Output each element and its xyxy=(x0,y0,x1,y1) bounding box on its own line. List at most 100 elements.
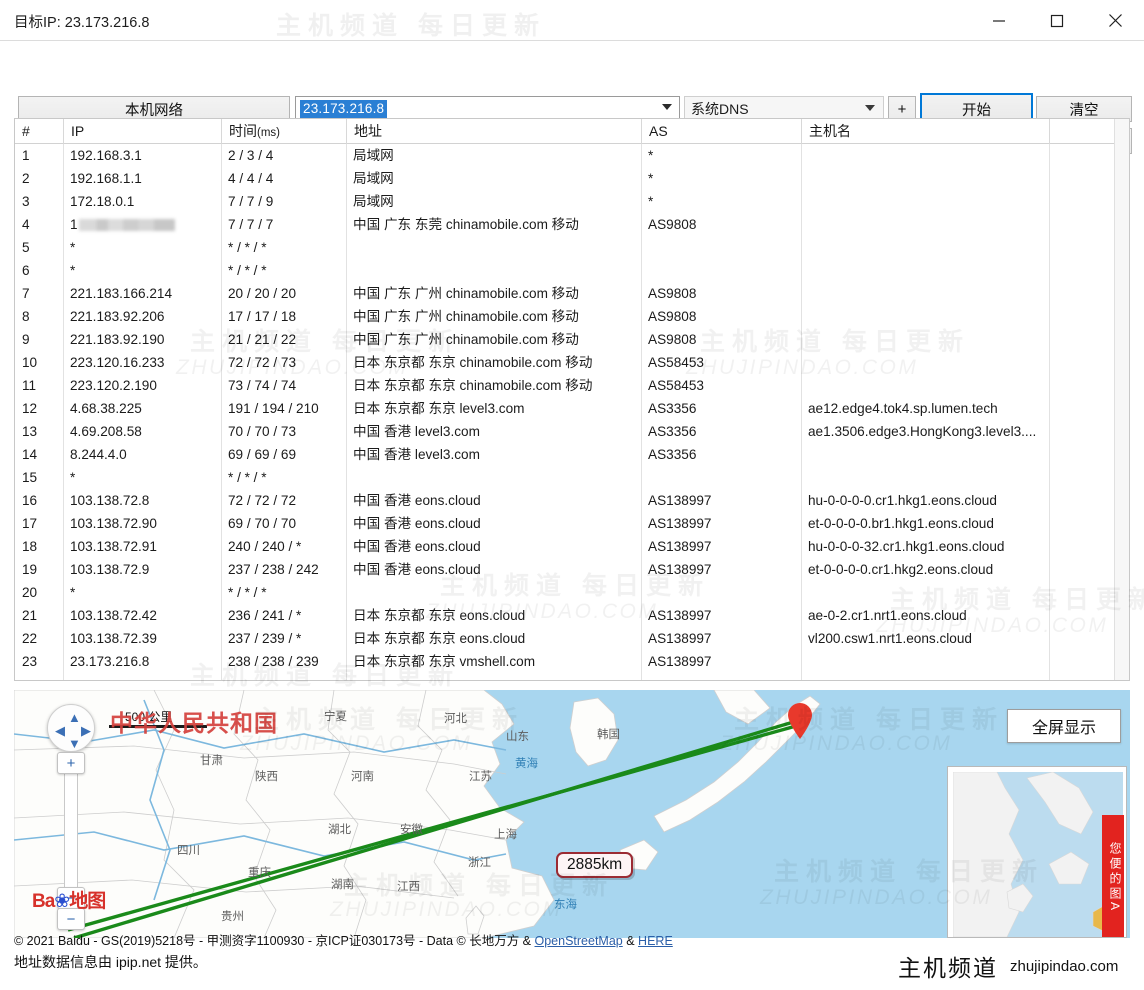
table-row[interactable]: 7221.183.166.21420 / 20 / 20中国 广东 广州 chi… xyxy=(15,282,1129,305)
map-overview-panel[interactable]: 您便的图A xyxy=(947,766,1127,938)
dns-select-value: 系统DNS xyxy=(691,99,749,119)
cell-hostname: et-0-0-0-0.cr1.hkg2.eons.cloud xyxy=(801,558,1049,581)
cell-hostname xyxy=(801,236,1049,259)
cell-ip: 223.120.16.233 xyxy=(63,351,221,374)
fullscreen-button[interactable]: 全屏显示 xyxy=(1007,709,1121,743)
cell-as: AS9808 xyxy=(641,213,801,236)
cell-time: 237 / 238 / 242 xyxy=(221,558,346,581)
table-row[interactable]: 22103.138.72.39237 / 239 / *日本 东京都 东京 eo… xyxy=(15,627,1129,650)
column-header-ip[interactable]: IP xyxy=(63,119,221,144)
map-label-13: 江西 xyxy=(397,878,420,894)
cell-ip: 103.138.72.8 xyxy=(63,489,221,512)
table-scrollbar[interactable] xyxy=(1114,119,1129,680)
map-label-16: 韩国 xyxy=(597,726,620,742)
cell-index: 11 xyxy=(15,374,63,397)
table-row[interactable]: 3172.18.0.17 / 7 / 9局域网* xyxy=(15,190,1129,213)
cell-time: * / * / * xyxy=(221,236,346,259)
cell-ip-redacted: 1 xyxy=(63,213,221,236)
minimize-button[interactable] xyxy=(970,0,1028,41)
table-row[interactable]: 1192.168.3.12 / 3 / 4局域网* xyxy=(15,144,1129,167)
here-link[interactable]: HERE xyxy=(638,934,673,948)
table-row[interactable]: 18103.138.72.91240 / 240 / *中国 香港 eons.c… xyxy=(15,535,1129,558)
toolbar: 本机网络 23.173.216.8 系统DNS + 开始 清空 目标IP: 23… xyxy=(0,41,1144,118)
map-overview-svg xyxy=(953,772,1123,937)
cell-hostname: ae12.edge4.tok4.sp.lumen.tech xyxy=(801,397,1049,420)
cell-as: AS3356 xyxy=(641,443,801,466)
pan-right-icon[interactable]: ▶ xyxy=(81,724,91,737)
openstreetmap-link[interactable]: OpenStreetMap xyxy=(535,934,623,948)
maximize-button[interactable] xyxy=(1028,0,1086,41)
cell-as: AS138997 xyxy=(641,512,801,535)
cell-address: 中国 广东 广州 chinamobile.com 移动 xyxy=(346,305,641,328)
cell-as: AS138997 xyxy=(641,650,801,673)
cell-address: 中国 香港 eons.cloud xyxy=(346,535,641,558)
table-row[interactable]: 417 / 7 / 7中国 广东 东莞 chinamobile.com 移动AS… xyxy=(15,213,1129,236)
cell-address: 日本 东京都 东京 chinamobile.com 移动 xyxy=(346,351,641,374)
column-header-hostname[interactable]: 主机名 xyxy=(801,119,1049,144)
cell-time: 17 / 17 / 18 xyxy=(221,305,346,328)
column-header-extra[interactable] xyxy=(1049,119,1115,144)
cell-address: 局域网 xyxy=(346,167,641,190)
cell-index: 6 xyxy=(15,259,63,282)
table-row[interactable]: 134.69.208.5870 / 70 / 73中国 香港 level3.co… xyxy=(15,420,1129,443)
cell-time: 69 / 70 / 70 xyxy=(221,512,346,535)
cell-as: AS58453 xyxy=(641,351,801,374)
table-row[interactable]: 17103.138.72.9069 / 70 / 70中国 香港 eons.cl… xyxy=(15,512,1129,535)
watermark-badge-en: zhujipindao.com xyxy=(1010,958,1118,975)
table-row[interactable]: 11223.120.2.19073 / 74 / 74日本 东京都 东京 chi… xyxy=(15,374,1129,397)
cell-index: 10 xyxy=(15,351,63,374)
cell-hostname xyxy=(801,305,1049,328)
table-row[interactable]: 2192.168.1.14 / 4 / 4局域网* xyxy=(15,167,1129,190)
table-row[interactable]: 8221.183.92.20617 / 17 / 18中国 广东 广州 chin… xyxy=(15,305,1129,328)
map-marker-icon[interactable] xyxy=(786,702,814,740)
status-text: 地址数据信息由 ipip.net 提供。 xyxy=(14,954,207,970)
table-row[interactable]: 9221.183.92.19021 / 21 / 22中国 广东 广州 chin… xyxy=(15,328,1129,351)
cell-ip: 103.138.72.39 xyxy=(63,627,221,650)
table-row[interactable]: 16103.138.72.872 / 72 / 72中国 香港 eons.clo… xyxy=(15,489,1129,512)
cell-as: * xyxy=(641,190,801,213)
cell-ip: 103.138.72.42 xyxy=(63,604,221,627)
cell-as: AS138997 xyxy=(641,535,801,558)
column-header-address[interactable]: 地址 xyxy=(346,119,641,144)
cell-time: * / * / * xyxy=(221,259,346,282)
distance-label: 2885km xyxy=(556,852,633,878)
baidu-logo[interactable]: Ba❀地图 xyxy=(32,886,105,913)
cell-hostname: et-0-0-0-0.br1.hkg1.eons.cloud xyxy=(801,512,1049,535)
cell-time: 21 / 21 / 22 xyxy=(221,328,346,351)
table-row[interactable]: 21103.138.72.42236 / 241 / *日本 东京都 东京 eo… xyxy=(15,604,1129,627)
cell-address: 中国 广东 广州 chinamobile.com 移动 xyxy=(346,328,641,351)
map-zoom-slider[interactable] xyxy=(64,758,78,890)
close-button[interactable] xyxy=(1086,0,1144,41)
map-label-0: 宁夏 xyxy=(324,708,347,724)
map-label-14: 浙江 xyxy=(468,854,491,870)
table-row[interactable]: 10223.120.16.23372 / 72 / 73日本 东京都 东京 ch… xyxy=(15,351,1129,374)
cell-as xyxy=(641,259,801,282)
column-header-time[interactable]: 时间(ms) xyxy=(221,119,346,144)
table-row[interactable]: 19103.138.72.9237 / 238 / 242中国 香港 eons.… xyxy=(15,558,1129,581)
cell-time: 7 / 7 / 7 xyxy=(221,213,346,236)
table-row[interactable]: 20** / * / * xyxy=(15,581,1129,604)
pan-down-icon[interactable]: ▼ xyxy=(68,737,81,750)
table-row[interactable]: 124.68.38.225191 / 194 / 210日本 东京都 东京 le… xyxy=(15,397,1129,420)
table-row[interactable]: 2323.173.216.8238 / 238 / 239日本 东京都 东京 v… xyxy=(15,650,1129,673)
table-row[interactable]: 5** / * / * xyxy=(15,236,1129,259)
trace-table: # IP 时间(ms) 地址 AS 主机名 1192.168.3.12 / 3 … xyxy=(14,118,1130,681)
column-header-as[interactable]: AS xyxy=(641,119,801,144)
cell-time: 69 / 69 / 69 xyxy=(221,443,346,466)
map-panel[interactable]: 宁夏河北山东甘肃陕西河南江苏湖北安徽上海四川重庆湖南江西浙江贵州韩国黄海东海 ▲… xyxy=(14,690,1130,938)
zoom-in-button[interactable]: + xyxy=(57,752,85,774)
cell-as: * xyxy=(641,167,801,190)
table-row[interactable]: 148.244.4.069 / 69 / 69中国 香港 level3.comA… xyxy=(15,443,1129,466)
map-label-7: 湖北 xyxy=(328,821,351,837)
column-header-index[interactable]: # xyxy=(15,119,63,144)
table-row[interactable]: 15** / * / * xyxy=(15,466,1129,489)
column-header-time-unit: (ms) xyxy=(257,127,280,139)
table-row[interactable]: 6** / * / * xyxy=(15,259,1129,282)
cell-time: 236 / 241 / * xyxy=(221,604,346,627)
map-pan-control[interactable]: ▲ ▼ ◀ ▶ xyxy=(47,704,95,752)
cell-hostname xyxy=(801,190,1049,213)
pan-left-icon[interactable]: ◀ xyxy=(55,724,65,737)
pan-up-icon[interactable]: ▲ xyxy=(68,711,81,724)
cell-ip: * xyxy=(63,581,221,604)
cell-hostname xyxy=(801,443,1049,466)
